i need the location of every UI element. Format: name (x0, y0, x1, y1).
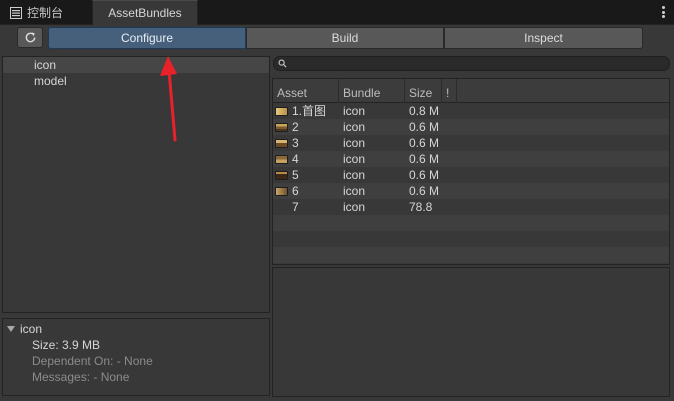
bundle-details: icon Size: 3.9 MB Dependent On: - None M… (2, 318, 270, 396)
assetbundles-panel: Configure Build Inspect icon model icon … (0, 25, 674, 401)
column-header-warning[interactable]: ! (442, 79, 457, 103)
asset-bundle: icon (343, 104, 366, 118)
asset-size: 0.6 M (409, 136, 440, 150)
bundle-name: model (34, 74, 67, 88)
asset-bundle: icon (343, 168, 366, 182)
bundle-dependent-on: Dependent On: - None (32, 354, 153, 368)
asset-name: 7 (292, 200, 299, 214)
column-header-bundle[interactable]: Bundle (339, 79, 405, 103)
texture-thumbnail-icon (275, 138, 288, 148)
console-icon (10, 6, 22, 19)
tab-console[interactable]: 控制台 (4, 0, 88, 25)
table-row[interactable]: 6 icon 0.6 M (273, 183, 669, 199)
refresh-icon (25, 32, 35, 43)
table-row-empty (273, 247, 669, 263)
texture-thumbnail-icon (275, 122, 288, 132)
tab-assetbundles-label: AssetBundles (108, 6, 182, 20)
asset-name: 3 (292, 136, 299, 150)
asset-table: Asset Bundle Size ! 1.首图 icon 0.8 M 2 ic… (272, 78, 670, 265)
asset-search-field[interactable] (273, 56, 670, 71)
table-row-empty (273, 215, 669, 231)
bundle-list: icon model (2, 56, 270, 313)
column-header-size[interactable]: Size (405, 79, 442, 103)
bundle-name: icon (34, 58, 57, 72)
bundle-messages: Messages: - None (32, 370, 130, 384)
asset-size: 0.6 M (409, 120, 440, 134)
table-row[interactable]: 3 icon 0.6 M (273, 135, 669, 151)
table-row[interactable]: 5 icon 0.6 M (273, 167, 669, 183)
more-options-icon[interactable] (661, 6, 665, 18)
asset-size: 78.8 (409, 200, 433, 214)
texture-thumbnail-icon (275, 106, 288, 116)
asset-table-header: Asset Bundle Size ! (273, 79, 669, 103)
mode-inspect-button[interactable]: Inspect (444, 27, 643, 49)
bundle-size: Size: 3.9 MB (32, 338, 101, 352)
mode-configure-button[interactable]: Configure (48, 27, 246, 49)
asset-bundle: icon (343, 136, 366, 150)
asset-details-panel (272, 267, 670, 397)
asset-size: 0.8 M (409, 104, 440, 118)
bundle-details-title: icon (20, 322, 43, 336)
foldout-triangle-icon (7, 326, 15, 332)
texture-thumbnail-icon (275, 170, 288, 180)
search-input[interactable] (289, 57, 659, 70)
table-row[interactable]: 7 icon 78.8 (273, 199, 669, 215)
tab-console-label: 控制台 (27, 6, 64, 20)
search-icon (278, 59, 287, 68)
asset-name: 6 (292, 184, 299, 198)
refresh-button[interactable] (17, 27, 43, 48)
window-tab-strip: 控制台 AssetBundles (0, 0, 674, 25)
bundle-list-item[interactable]: model (3, 73, 269, 89)
asset-bundle: icon (343, 120, 366, 134)
column-header-asset[interactable]: Asset (273, 79, 339, 103)
bundle-details-header[interactable]: icon (3, 321, 269, 337)
table-row[interactable]: 4 icon 0.6 M (273, 151, 669, 167)
asset-size: 0.6 M (409, 168, 440, 182)
asset-bundle: icon (343, 200, 366, 214)
mode-build-button[interactable]: Build (246, 27, 444, 49)
texture-thumbnail-icon (275, 154, 288, 164)
table-row[interactable]: 2 icon 0.6 M (273, 119, 669, 135)
asset-size: 0.6 M (409, 184, 440, 198)
asset-name: 2 (292, 120, 299, 134)
table-row-empty (273, 231, 669, 247)
bundle-list-item[interactable]: icon (3, 57, 269, 73)
asset-name: 4 (292, 152, 299, 166)
tab-assetbundles[interactable]: AssetBundles (92, 0, 198, 25)
asset-name: 1.首图 (292, 104, 327, 118)
asset-bundle: icon (343, 152, 366, 166)
asset-size: 0.6 M (409, 152, 440, 166)
texture-thumbnail-icon (275, 186, 288, 196)
asset-bundle: icon (343, 184, 366, 198)
asset-name: 5 (292, 168, 299, 182)
table-row[interactable]: 1.首图 icon 0.8 M (273, 103, 669, 119)
